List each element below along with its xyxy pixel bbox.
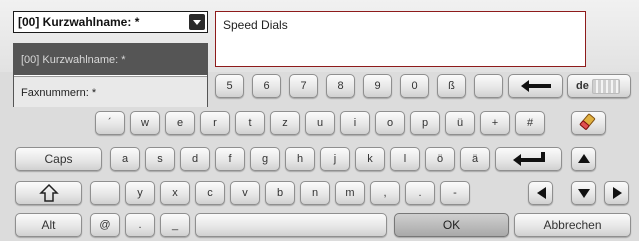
key-v[interactable]: v [230,181,260,205]
key-plus[interactable]: + [480,111,510,135]
key-u[interactable]: u [305,111,335,135]
key-f[interactable]: f [215,147,245,171]
key-t[interactable]: t [235,111,265,135]
up-arrow-icon [577,154,590,163]
key-s[interactable]: s [145,147,175,171]
key-r[interactable]: r [200,111,230,135]
key-blank[interactable] [474,74,503,98]
key-o[interactable]: o [375,111,405,135]
key-acute[interactable]: ´ [95,111,125,135]
cancel-button[interactable]: Abbrechen [514,213,631,237]
arrow-left-button[interactable] [528,181,553,205]
left-arrow-icon [520,80,551,92]
key-dot[interactable]: . [125,213,155,237]
key-j[interactable]: j [320,147,350,171]
key-c[interactable]: c [195,181,225,205]
menu-item-kurzwahlname[interactable]: [00] Kurzwahlname: * [14,44,207,75]
field-select-menu: [00] Kurzwahlname: * Faxnummern: * [13,43,208,107]
key-0[interactable]: 0 [400,74,429,98]
right-arrow-icon [612,187,622,199]
key-a[interactable]: a [110,147,140,171]
key-n[interactable]: n [300,181,330,205]
key-at[interactable]: @ [90,213,120,237]
shift-icon [38,183,59,202]
left-arrow-icon [536,187,546,199]
key-m[interactable]: m [335,181,365,205]
key-comma[interactable]: , [370,181,400,205]
enter-icon [512,152,545,166]
key-g[interactable]: g [250,147,280,171]
caps-button[interactable]: Caps [15,147,102,171]
key-5[interactable]: 5 [215,74,244,98]
key-8[interactable]: 8 [326,74,355,98]
clear-button[interactable] [571,111,606,135]
key-period[interactable]: . [405,181,435,205]
field-select-value: [00] Kurzwahlname: * [18,15,140,29]
arrow-down-button[interactable] [571,181,596,205]
key-w[interactable]: w [130,111,160,135]
key-e[interactable]: e [165,111,195,135]
eraser-icon [579,113,595,130]
key-i[interactable]: i [340,111,370,135]
key-p[interactable]: p [410,111,440,135]
keyboard-icon [591,78,620,94]
key-oe[interactable]: ö [425,147,455,171]
key-7[interactable]: 7 [289,74,318,98]
key-dash[interactable]: - [440,181,470,205]
key-ae[interactable]: ä [460,147,490,171]
key-x[interactable]: x [160,181,190,205]
key-h[interactable]: h [285,147,315,171]
field-select-dropdown[interactable]: [00] Kurzwahlname: * [13,11,208,33]
text-entry-value: Speed Dials [223,18,288,32]
key-blank-2[interactable] [90,181,120,205]
ok-button[interactable]: OK [394,213,509,237]
key-b[interactable]: b [265,181,295,205]
menu-item-faxnummern[interactable]: Faxnummern: * [14,76,207,107]
key-sz[interactable]: ß [437,74,466,98]
alt-button[interactable]: Alt [15,213,82,237]
key-hash[interactable]: # [515,111,545,135]
arrow-right-button[interactable] [604,181,629,205]
key-9[interactable]: 9 [363,74,392,98]
enter-button[interactable] [495,147,562,171]
space-bar[interactable] [195,213,387,237]
key-k[interactable]: k [355,147,385,171]
key-d[interactable]: d [180,147,210,171]
key-ue[interactable]: ü [445,111,475,135]
text-entry-field[interactable]: Speed Dials [215,11,586,67]
key-l[interactable]: l [390,147,420,171]
key-underscore[interactable]: _ [160,213,190,237]
language-button[interactable]: de [567,74,631,98]
language-label: de [576,80,589,93]
down-arrow-icon [577,189,590,198]
shift-button[interactable] [15,181,82,205]
chevron-down-icon[interactable] [189,14,205,30]
backspace-button[interactable] [508,74,563,98]
arrow-up-button[interactable] [571,147,596,171]
key-y[interactable]: y [125,181,155,205]
key-z[interactable]: z [270,111,300,135]
key-6[interactable]: 6 [252,74,281,98]
